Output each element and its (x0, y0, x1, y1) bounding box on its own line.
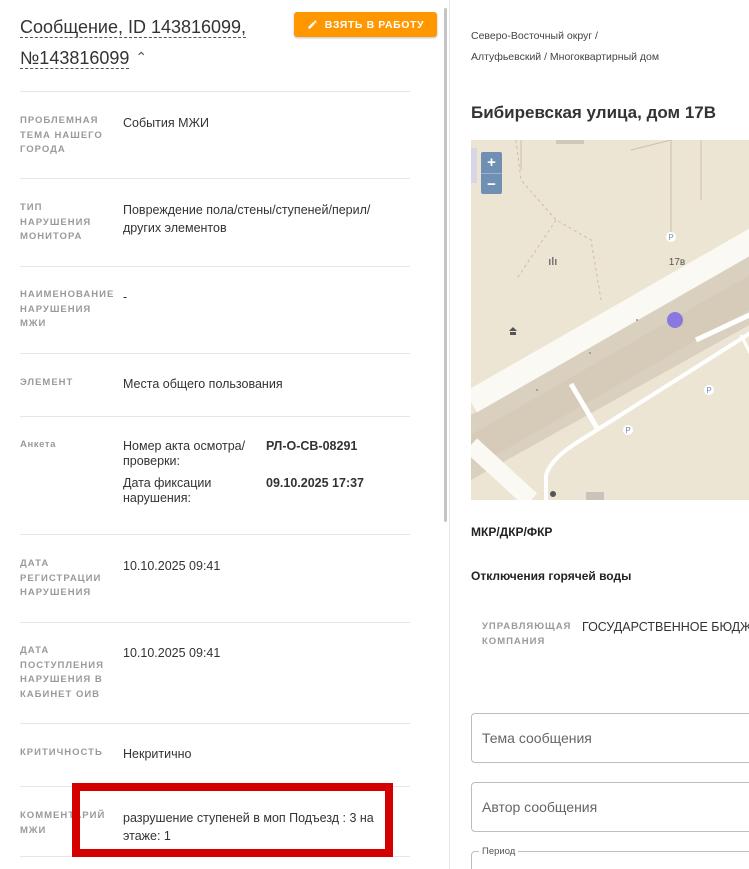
map-parking-label-2: P (706, 386, 711, 395)
message-title-line1: Сообщение, ID 143816099, (20, 17, 247, 38)
anketa-label: Анкета (20, 439, 57, 450)
anketa-value-fixation-date: 09.10.2025 17:37 (266, 476, 365, 490)
mkr-label[interactable]: МКР/ДКР/ФКР (471, 525, 552, 539)
field-value-criticality: Некритично (123, 747, 192, 761)
divider (20, 416, 410, 417)
field-label-mzhi-name: НАИМЕНОВАНИЕ НАРУШЕНИЯ МЖИ (20, 289, 115, 329)
field-value-registration-date: 10.10.2025 09:41 (123, 559, 221, 573)
map-parking-label-1: P (668, 233, 673, 242)
zoom-out-button[interactable]: − (481, 173, 502, 194)
highlight-box (72, 783, 393, 857)
field-label-city-topic: ПРОБЛЕМНАЯ ТЕМА НАШЕГО ГОРОДА (20, 115, 103, 155)
chevron-up-icon[interactable]: ⌃ (135, 42, 147, 72)
field-value-mzhi-name: - (123, 290, 128, 304)
map-zoom-control: + − (481, 152, 502, 194)
pencil-icon (308, 20, 317, 29)
message-details-panel: Сообщение, ID 143816099, №143816099 ⌃ ВЗЯ… (0, 0, 448, 869)
field-label-registration-date: ДАТА РЕГИСТРАЦИИ НАРУШЕНИЯ (20, 558, 102, 598)
divider (20, 723, 410, 724)
field-value-violation-type: Повреждение пола/стены/ступеней/перил/др… (123, 203, 371, 235)
message-title: Сообщение, ID 143816099, №143816099 ⌃ (20, 12, 280, 73)
field-value-city-topic: События МЖИ (123, 116, 210, 130)
location-breadcrumb: Северо-Восточный округ / Алтуфьевский / … (471, 30, 660, 63)
anketa-value-act-number: РЛ-О-СВ-08291 (266, 439, 358, 453)
map-canvas: P P P 17в (471, 140, 749, 500)
location-panel: Северо-Восточный округ / Алтуфьевский / … (450, 0, 749, 869)
field-value-element: Места общего пользования (123, 377, 283, 391)
divider (20, 353, 410, 354)
scrollbar[interactable] (444, 8, 447, 522)
take-to-work-label: ВЗЯТЬ В РАБОТУ (324, 18, 425, 31)
divider (20, 622, 410, 623)
author-input[interactable] (471, 782, 749, 832)
divider (20, 91, 410, 92)
take-to-work-button[interactable]: ВЗЯТЬ В РАБОТУ (294, 12, 437, 37)
divider (20, 534, 410, 535)
hot-water-label[interactable]: Отключения горячей воды (471, 569, 631, 583)
field-value-receipt-date: 10.10.2025 09:41 (123, 646, 221, 660)
address-title: Бибиревская улица, дом 17В (471, 103, 717, 122)
anketa-key-fixation-date: Дата фиксации нарушения: (123, 476, 212, 505)
map-building-label: 17в (669, 257, 685, 268)
location-marker[interactable] (667, 312, 683, 328)
divider (20, 178, 410, 179)
management-company-label: УПРАВЛЯЮЩАЯ КОМПАНИЯ (482, 621, 572, 647)
field-label-criticality: КРИТИЧНОСТЬ (20, 747, 103, 758)
anketa-key-act-number: Номер акта осмотра/проверки: (123, 439, 246, 468)
divider (20, 266, 410, 267)
zoom-in-button[interactable]: + (481, 152, 502, 173)
field-label-element: ЭЛЕМЕНТ (20, 377, 74, 388)
message-title-line2: №143816099 (20, 48, 130, 69)
field-label-violation-type: ТИП НАРУШЕНИЯ МОНИТОРА (20, 202, 92, 242)
period-field[interactable]: Период (471, 846, 749, 869)
topic-input[interactable] (471, 713, 749, 763)
field-label-receipt-date: ДАТА ПОСТУПЛЕНИЯ НАРУШЕНИЯ В КАБИНЕТ ОИВ (20, 645, 104, 700)
period-label: Период (479, 846, 519, 857)
map[interactable]: P P P 17в + − (471, 140, 749, 500)
map-parking-label-3: P (625, 426, 630, 435)
management-company-value: ГОСУДАРСТВЕННОЕ БЮДЖЕТНОЕ УЧРЕЖДЕНИЕ ГОР… (582, 620, 749, 634)
